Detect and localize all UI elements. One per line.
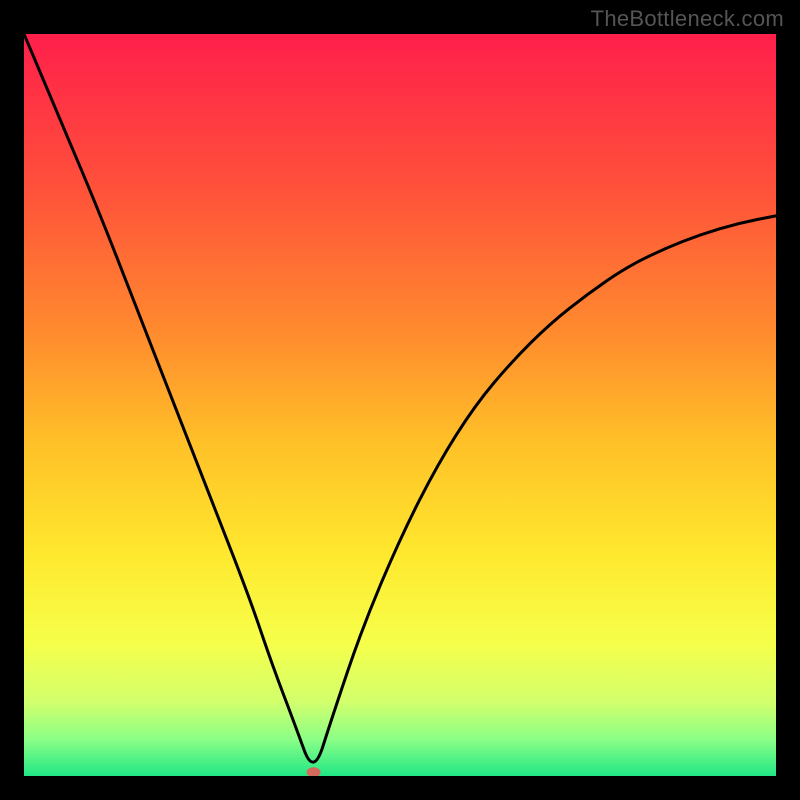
plot-frame — [24, 34, 776, 776]
watermark-text: TheBottleneck.com — [591, 6, 784, 32]
plot-svg — [24, 34, 776, 776]
chart-container: TheBottleneck.com — [0, 0, 800, 800]
plot-background — [24, 34, 776, 776]
